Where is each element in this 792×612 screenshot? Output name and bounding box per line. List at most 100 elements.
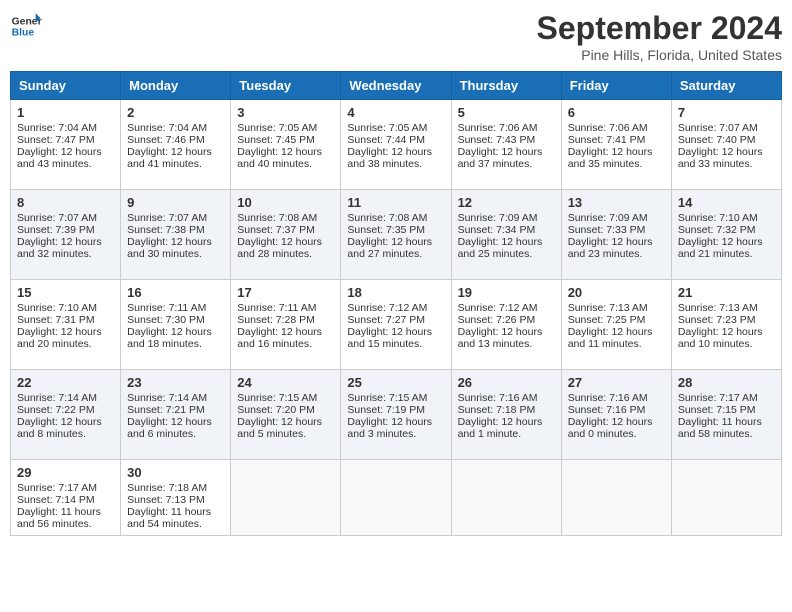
day-number: 14	[678, 195, 775, 210]
day-info: Daylight: 11 hours	[17, 506, 114, 518]
day-info: Daylight: 12 hours	[678, 326, 775, 338]
day-info: Daylight: 12 hours	[237, 326, 334, 338]
day-info: and 18 minutes.	[127, 338, 224, 350]
day-number: 10	[237, 195, 334, 210]
day-info: Daylight: 12 hours	[127, 326, 224, 338]
day-number: 24	[237, 375, 334, 390]
day-number: 6	[568, 105, 665, 120]
day-info: and 6 minutes.	[127, 428, 224, 440]
day-info: Sunrise: 7:09 AM	[458, 212, 555, 224]
day-info: Daylight: 12 hours	[127, 416, 224, 428]
table-row: 4Sunrise: 7:05 AMSunset: 7:44 PMDaylight…	[341, 100, 451, 190]
day-info: Sunset: 7:45 PM	[237, 134, 334, 146]
day-info: Sunset: 7:15 PM	[678, 404, 775, 416]
table-row: 12Sunrise: 7:09 AMSunset: 7:34 PMDayligh…	[451, 190, 561, 280]
svg-text:Blue: Blue	[12, 28, 35, 39]
table-row	[671, 460, 781, 536]
day-info: Sunrise: 7:05 AM	[347, 122, 444, 134]
table-row: 21Sunrise: 7:13 AMSunset: 7:23 PMDayligh…	[671, 280, 781, 370]
day-info: Sunset: 7:21 PM	[127, 404, 224, 416]
day-info: Sunset: 7:27 PM	[347, 314, 444, 326]
day-number: 8	[17, 195, 114, 210]
day-info: Sunrise: 7:17 AM	[17, 482, 114, 494]
col-tuesday: Tuesday	[231, 72, 341, 100]
day-info: and 41 minutes.	[127, 158, 224, 170]
day-info: Sunset: 7:25 PM	[568, 314, 665, 326]
day-info: Sunrise: 7:16 AM	[458, 392, 555, 404]
day-number: 27	[568, 375, 665, 390]
day-number: 9	[127, 195, 224, 210]
col-sunday: Sunday	[11, 72, 121, 100]
day-info: Sunset: 7:14 PM	[17, 494, 114, 506]
day-info: Sunrise: 7:18 AM	[127, 482, 224, 494]
day-info: Daylight: 12 hours	[347, 326, 444, 338]
day-info: Sunset: 7:30 PM	[127, 314, 224, 326]
table-row	[231, 460, 341, 536]
table-row	[341, 460, 451, 536]
day-number: 26	[458, 375, 555, 390]
table-row: 22Sunrise: 7:14 AMSunset: 7:22 PMDayligh…	[11, 370, 121, 460]
location: Pine Hills, Florida, United States	[537, 47, 782, 63]
day-info: Sunset: 7:13 PM	[127, 494, 224, 506]
month-title: September 2024	[537, 10, 782, 47]
day-number: 7	[678, 105, 775, 120]
day-info: Sunrise: 7:04 AM	[127, 122, 224, 134]
table-row	[561, 460, 671, 536]
day-info: and 23 minutes.	[568, 248, 665, 260]
day-info: Daylight: 12 hours	[17, 236, 114, 248]
day-info: Sunset: 7:43 PM	[458, 134, 555, 146]
day-info: Sunset: 7:19 PM	[347, 404, 444, 416]
table-row: 28Sunrise: 7:17 AMSunset: 7:15 PMDayligh…	[671, 370, 781, 460]
table-row: 10Sunrise: 7:08 AMSunset: 7:37 PMDayligh…	[231, 190, 341, 280]
day-info: and 13 minutes.	[458, 338, 555, 350]
day-info: Daylight: 11 hours	[678, 416, 775, 428]
day-number: 19	[458, 285, 555, 300]
day-info: Sunrise: 7:08 AM	[347, 212, 444, 224]
table-row: 8Sunrise: 7:07 AMSunset: 7:39 PMDaylight…	[11, 190, 121, 280]
calendar-table: Sunday Monday Tuesday Wednesday Thursday…	[10, 71, 782, 536]
day-info: Sunrise: 7:09 AM	[568, 212, 665, 224]
table-row: 19Sunrise: 7:12 AMSunset: 7:26 PMDayligh…	[451, 280, 561, 370]
day-info: Sunrise: 7:12 AM	[347, 302, 444, 314]
table-row: 16 Sunrise: 7:11 AMSunset: 7:30 PMDayligh…	[121, 280, 231, 370]
day-info: and 5 minutes.	[237, 428, 334, 440]
day-info: and 16 minutes.	[237, 338, 334, 350]
day-info: Daylight: 12 hours	[347, 236, 444, 248]
day-info: Daylight: 12 hours	[237, 236, 334, 248]
table-row	[451, 460, 561, 536]
day-info: Sunrise: 7:05 AM	[237, 122, 334, 134]
day-info: Daylight: 12 hours	[17, 146, 114, 158]
table-row: 9Sunrise: 7:07 AMSunset: 7:38 PMDaylight…	[121, 190, 231, 280]
day-info: Daylight: 12 hours	[347, 416, 444, 428]
table-row: 30Sunrise: 7:18 AMSunset: 7:13 PMDayligh…	[121, 460, 231, 536]
day-info: Sunrise: 7:06 AM	[568, 122, 665, 134]
day-info: Sunset: 7:18 PM	[458, 404, 555, 416]
table-row: 24Sunrise: 7:15 AMSunset: 7:20 PMDayligh…	[231, 370, 341, 460]
day-info: Sunset: 7:28 PM	[237, 314, 334, 326]
day-number: 20	[568, 285, 665, 300]
day-info: and 32 minutes.	[17, 248, 114, 260]
day-info: Sunrise: 7:10 AM	[678, 212, 775, 224]
day-info: Daylight: 12 hours	[458, 416, 555, 428]
day-info: and 27 minutes.	[347, 248, 444, 260]
table-row: 17Sunrise: 7:11 AMSunset: 7:28 PMDayligh…	[231, 280, 341, 370]
day-info: Daylight: 12 hours	[568, 236, 665, 248]
day-info: Daylight: 12 hours	[458, 146, 555, 158]
day-info: Sunset: 7:35 PM	[347, 224, 444, 236]
day-info: Sunrise: 7:11 AM	[127, 302, 224, 314]
table-row: 7Sunrise: 7:07 AMSunset: 7:40 PMDaylight…	[671, 100, 781, 190]
table-row: 20Sunrise: 7:13 AMSunset: 7:25 PMDayligh…	[561, 280, 671, 370]
day-number: 16	[127, 285, 224, 300]
day-info: and 38 minutes.	[347, 158, 444, 170]
day-number: 15	[17, 285, 114, 300]
day-info: Sunset: 7:47 PM	[17, 134, 114, 146]
day-info: Sunset: 7:40 PM	[678, 134, 775, 146]
day-info: Sunset: 7:22 PM	[17, 404, 114, 416]
day-info: and 20 minutes.	[17, 338, 114, 350]
day-info: Sunset: 7:38 PM	[127, 224, 224, 236]
table-row: 25Sunrise: 7:15 AMSunset: 7:19 PMDayligh…	[341, 370, 451, 460]
table-row: 1Sunrise: 7:04 AMSunset: 7:47 PMDaylight…	[11, 100, 121, 190]
day-info: Sunset: 7:41 PM	[568, 134, 665, 146]
day-info: Daylight: 12 hours	[127, 236, 224, 248]
day-number: 2	[127, 105, 224, 120]
